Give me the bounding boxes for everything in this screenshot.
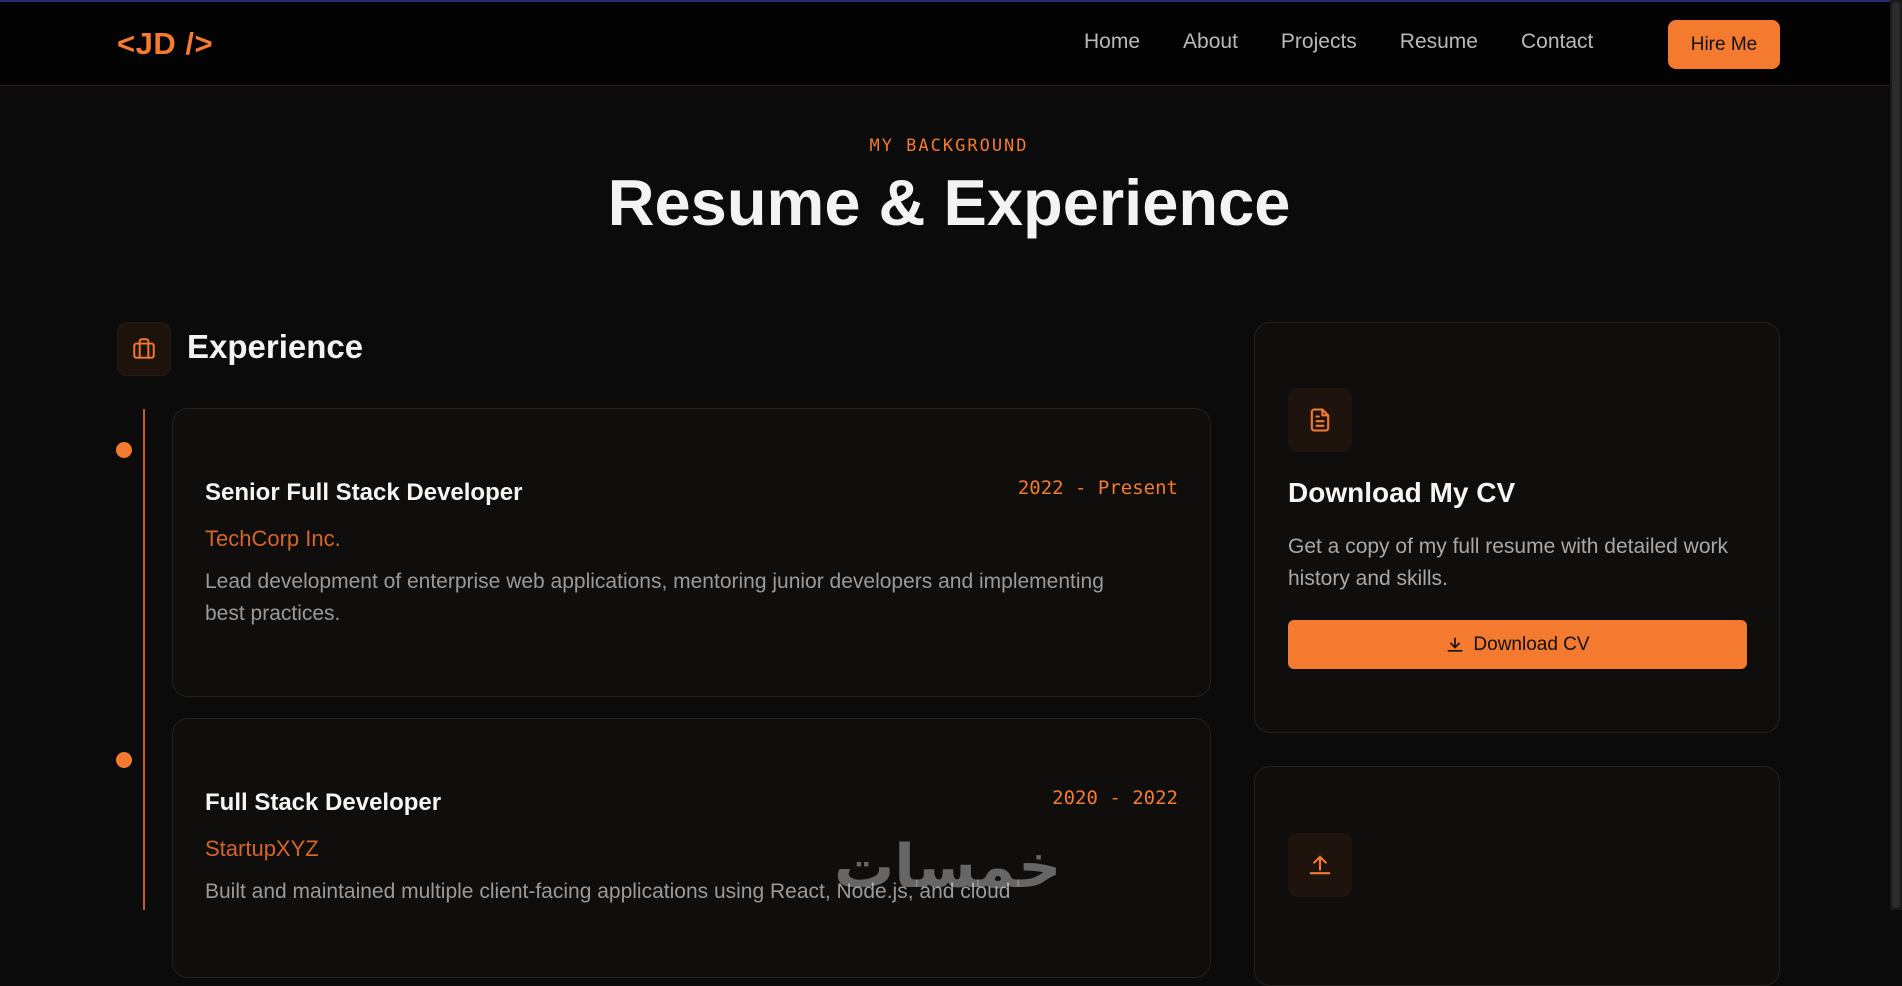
timeline-dot <box>116 752 132 768</box>
job-company: TechCorp Inc. <box>205 526 341 551</box>
nav-link-contact[interactable]: Contact <box>1521 30 1593 54</box>
download-icon <box>1447 637 1463 652</box>
briefcase-icon <box>117 322 171 376</box>
scrollbar-thumb[interactable] <box>1892 2 1900 908</box>
job-description: Lead development of enterprise web appli… <box>205 570 1104 625</box>
job-title: Senior Full Stack Developer <box>205 479 523 506</box>
download-cv-label: Download CV <box>1473 633 1590 655</box>
job-company: StartupXYZ <box>205 836 319 861</box>
site-logo[interactable]: <JD /> <box>117 26 213 62</box>
upload-card <box>1254 766 1780 986</box>
job-date: 2020 - 2022 <box>1052 787 1178 809</box>
nav-link-projects[interactable]: Projects <box>1281 30 1357 54</box>
job-title: Full Stack Developer <box>205 789 442 816</box>
timeline-dot <box>116 442 132 458</box>
timeline-line <box>143 409 145 910</box>
experience-heading: Experience <box>187 328 364 365</box>
page-title: Resume & Experience <box>607 166 1291 239</box>
nav-link-resume[interactable]: Resume <box>1400 30 1478 54</box>
nav-link-home[interactable]: Home <box>1084 30 1140 54</box>
nav-link-about[interactable]: About <box>1183 30 1238 54</box>
section-eyebrow: MY BACKGROUND <box>869 136 1029 156</box>
document-icon <box>1288 388 1352 452</box>
download-cv-card: Download My CV Get a copy of my full res… <box>1254 322 1780 733</box>
experience-card: Senior Full Stack Developer 2022 - Prese… <box>172 408 1211 697</box>
top-navigation: <JD /> Home About Projects Resume Contac… <box>0 2 1890 86</box>
nav-links: Home About Projects Resume Contact <box>1084 30 1636 54</box>
hire-me-button[interactable]: Hire Me <box>1668 20 1780 69</box>
download-cv-title: Download My CV <box>1288 477 1516 508</box>
download-cv-button[interactable]: Download CV <box>1288 620 1747 669</box>
page-scrollbar[interactable] <box>1890 0 1902 910</box>
download-cv-description: Get a copy of my full resume with detail… <box>1288 535 1729 590</box>
upload-icon <box>1288 833 1352 897</box>
watermark-logo: خمسات <box>834 832 1062 902</box>
job-date: 2022 - Present <box>1017 477 1178 499</box>
